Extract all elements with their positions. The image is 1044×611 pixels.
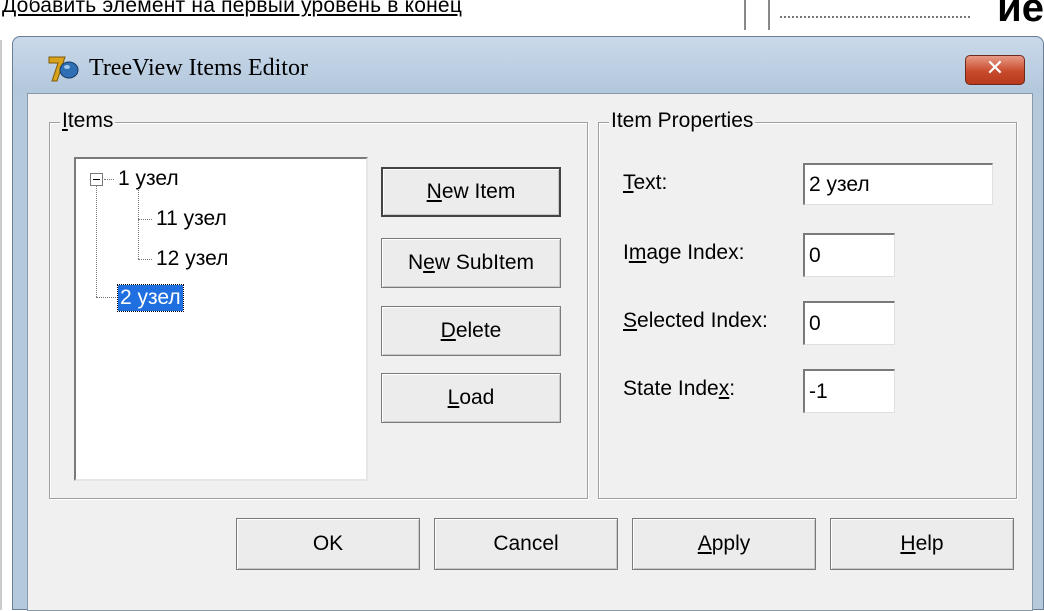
tree-connector	[138, 187, 139, 259]
state-index-label-start: State Inde	[623, 377, 719, 400]
background-heading-fragment: ие	[997, 0, 1044, 30]
state-index-label-rest: :	[729, 377, 736, 400]
apply-label-rest: pply	[711, 532, 751, 555]
background-divider	[744, 0, 746, 30]
background-document-text: Добавить элемент на первый уровень в кон…	[2, 0, 463, 17]
tree-node-12[interactable]: 12 узел	[156, 246, 228, 272]
tree-node-1[interactable]: 1 узел	[118, 166, 179, 192]
new-subitem-label-start: N	[407, 251, 424, 274]
new-subitem-label-rest: w SubItem	[434, 251, 535, 274]
tree-node-2-selected[interactable]: 2 узел	[117, 284, 184, 312]
tree-connector	[138, 259, 152, 260]
cancel-button[interactable]: Cancel	[434, 518, 618, 570]
items-tree-view[interactable]: 1 узел 11 узел 12 узел 2 узел	[74, 157, 368, 481]
text-input[interactable]	[803, 163, 993, 205]
help-mnemonic: H	[900, 532, 916, 555]
apply-button[interactable]: Apply	[632, 518, 816, 570]
apply-mnemonic: A	[697, 532, 712, 555]
selected-index-label: Selected Index:	[623, 309, 768, 333]
load-button[interactable]: Load	[381, 373, 561, 423]
selected-index-mnemonic: S	[623, 309, 638, 332]
delete-mnemonic: D	[440, 319, 456, 342]
collapse-toggle-icon[interactable]	[90, 173, 103, 186]
background-dots	[780, 16, 970, 18]
delete-button[interactable]: Delete	[381, 306, 561, 356]
load-mnemonic: L	[447, 386, 460, 409]
image-index-mnemonic: m	[628, 241, 647, 264]
state-index-mnemonic: x	[718, 377, 730, 400]
tree-connector	[96, 185, 97, 297]
new-item-label-rest: ew Item	[441, 180, 516, 203]
tree-node-11[interactable]: 11 узел	[156, 206, 227, 232]
new-subitem-mnemonic: e	[423, 251, 435, 274]
background-left-edge	[0, 40, 2, 610]
help-button[interactable]: Help	[830, 518, 1014, 570]
text-label-rest: ext:	[633, 171, 668, 194]
close-button[interactable]: ✕	[965, 55, 1025, 85]
items-group: Items 1 узел 11 узел 12 узел 2 узел New …	[49, 109, 588, 499]
load-label-rest: oad	[459, 386, 495, 409]
title-bar[interactable]: TreeView Items Editor ✕	[13, 37, 1043, 93]
background-divider	[768, 0, 770, 30]
new-item-mnemonic: N	[426, 180, 442, 203]
image-index-label: Image Index:	[623, 241, 744, 265]
item-properties-legend: Item Properties	[609, 109, 756, 133]
tree-connector	[96, 297, 116, 298]
new-item-button[interactable]: New Item	[381, 167, 561, 217]
dialog-title: TreeView Items Editor	[89, 55, 308, 81]
delete-label-rest: elete	[455, 319, 502, 342]
help-label-rest: elp	[915, 532, 944, 555]
treeview-items-editor-dialog: TreeView Items Editor ✕ Items 1 узел 11 …	[12, 36, 1044, 611]
tree-connector	[138, 219, 152, 220]
state-index-input[interactable]	[803, 369, 895, 413]
text-label: Text:	[623, 171, 667, 195]
new-subitem-button[interactable]: New SubItem	[381, 238, 561, 288]
items-legend-rest: tems	[67, 109, 114, 132]
items-group-legend: Items	[60, 109, 116, 133]
delphi-helmet-icon	[48, 56, 79, 82]
selected-index-label-rest: elected Index:	[637, 309, 768, 332]
image-index-label-rest: age Index:	[646, 241, 745, 264]
tree-connector	[104, 179, 114, 180]
item-properties-group: Item Properties Text: Image Index: Selec…	[598, 109, 1017, 499]
close-icon: ✕	[985, 56, 1005, 81]
dialog-client-area: Items 1 узел 11 узел 12 узел 2 узел New …	[27, 93, 1033, 611]
state-index-label: State Index:	[623, 377, 735, 401]
image-index-input[interactable]	[803, 233, 895, 277]
ok-button[interactable]: OK	[236, 518, 420, 570]
selected-index-input[interactable]	[803, 301, 895, 345]
text-label-mnemonic: T	[623, 171, 634, 194]
